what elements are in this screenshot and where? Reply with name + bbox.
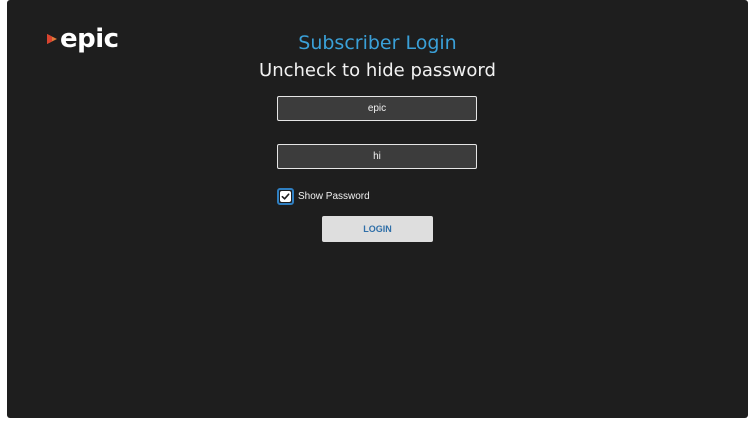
page-title: Subscriber Login xyxy=(298,32,457,54)
checkmark-icon xyxy=(281,193,290,200)
password-value: hi xyxy=(373,151,381,162)
login-screen: epic Subscriber Login Uncheck to hide pa… xyxy=(7,0,748,418)
password-field[interactable]: hi xyxy=(277,144,477,169)
show-password-label: Show Password xyxy=(298,191,370,202)
login-button[interactable]: LOGIN xyxy=(322,216,433,242)
username-value: epic xyxy=(367,103,387,114)
checkbox-fill xyxy=(280,191,291,202)
show-password-row[interactable]: Show Password xyxy=(277,188,370,205)
username-field[interactable]: epic xyxy=(277,96,477,121)
show-password-checkbox[interactable] xyxy=(277,188,294,205)
page-subtitle: Uncheck to hide password xyxy=(259,60,496,81)
